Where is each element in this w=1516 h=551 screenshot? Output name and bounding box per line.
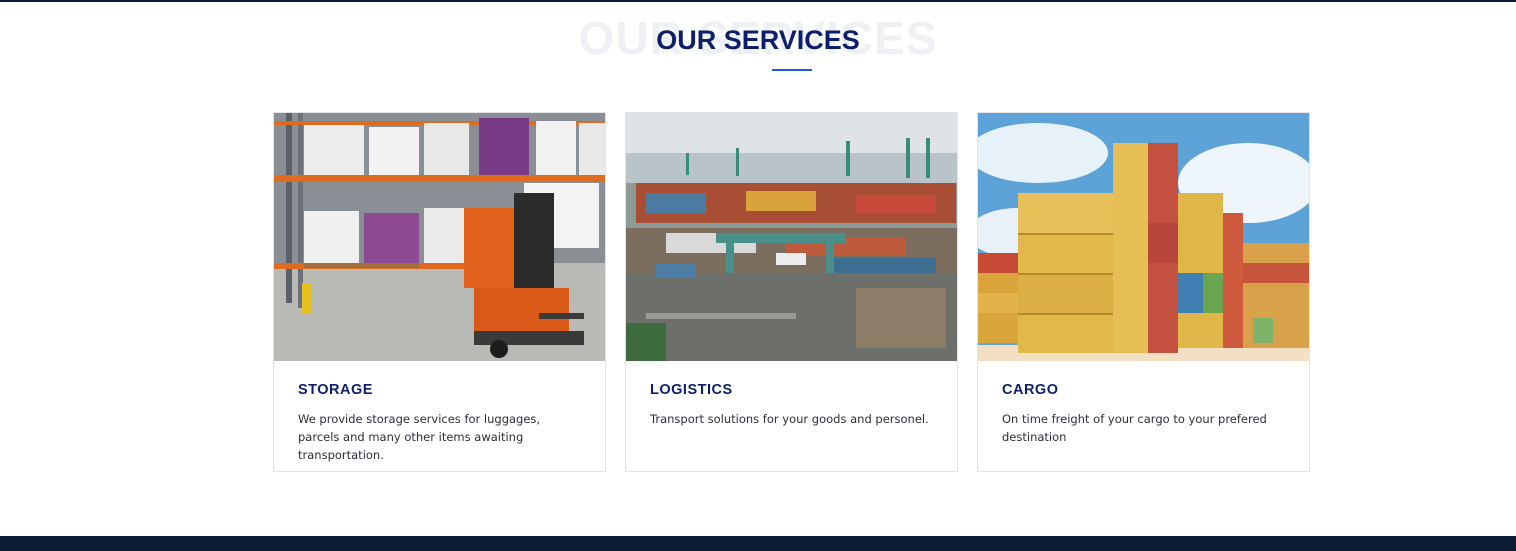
service-description: On time freight of your cargo to your pr… [1002,412,1267,444]
service-card-cargo[interactable]: CARGO On time freight of your cargo to y… [977,112,1310,472]
shipping-containers-image [978,113,1309,361]
service-title: CARGO [1002,382,1059,398]
services-section-header: OUR SERVICES OUR SERVICES [0,0,1516,90]
footer-bar [0,536,1516,551]
title-underline [772,69,812,71]
service-title: LOGISTICS [650,382,733,398]
service-description: Transport solutions for your goods and p… [650,412,929,426]
service-title: STORAGE [298,382,373,398]
service-card-storage[interactable]: STORAGE We provide storage services for … [273,112,606,472]
service-description: We provide storage services for luggages… [298,412,541,462]
section-title: OUR SERVICES [656,25,860,55]
service-card-logistics[interactable]: LOGISTICS Transport solutions for your g… [625,112,958,472]
warehouse-forklift-image [274,113,605,361]
container-port-image [626,113,957,361]
